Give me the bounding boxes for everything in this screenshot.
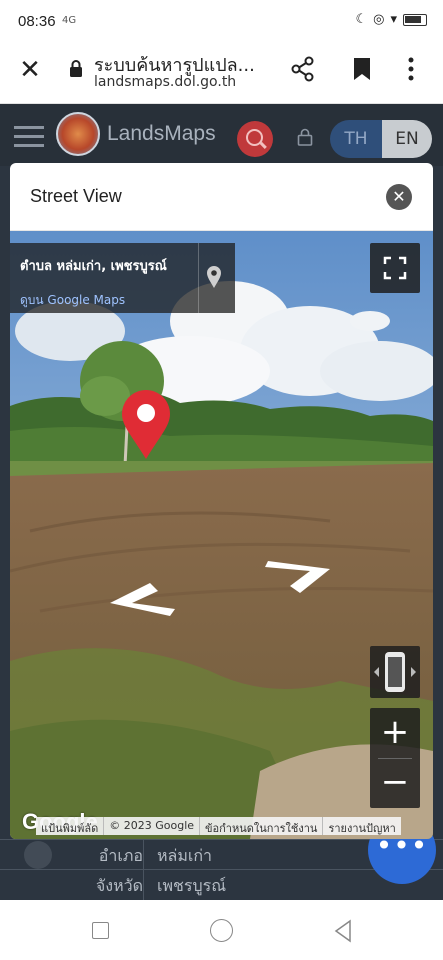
login-lock-icon[interactable] xyxy=(297,128,313,146)
info-key: จังหวัด xyxy=(95,876,143,895)
site-brand: LandsMaps xyxy=(107,122,216,145)
browser-toolbar: ✕ ระบบค้นหารูปแปล... landsmaps.dol.go.th xyxy=(0,44,443,104)
zoom-control: + − xyxy=(370,708,420,808)
signal-icon: ▾ xyxy=(390,12,397,27)
location-card: ตำบล หล่มเก่า, เพชรบูรณ์ ดูบน Google Map… xyxy=(10,243,235,313)
signal-text: 4G xyxy=(62,15,77,26)
view-on-google-maps-link[interactable]: ดูบน Google Maps xyxy=(20,291,125,310)
motion-tracking-button[interactable] xyxy=(370,646,420,698)
home-button[interactable] xyxy=(210,919,233,942)
street-view-modal: Street View ✕ ตำบล หล่มเก่า, เพชรบูรณ์ ด… xyxy=(10,163,433,839)
data-saver-icon: ◎ xyxy=(373,12,385,27)
street-view-panorama[interactable]: ตำบล หล่มเก่า, เพชรบูรณ์ ดูบน Google Map… xyxy=(10,231,433,839)
fullscreen-button[interactable] xyxy=(370,243,420,293)
map-pin-icon[interactable] xyxy=(206,265,222,289)
info-value: หล่มเก่า xyxy=(157,846,213,865)
zoom-out-button[interactable]: − xyxy=(370,758,420,808)
zoom-in-button[interactable]: + xyxy=(370,708,420,758)
close-tab-icon[interactable]: ✕ xyxy=(16,56,44,84)
status-time: 08:36 xyxy=(18,13,56,30)
terms-link[interactable]: ข้อกำหนดในการใช้งาน xyxy=(200,817,324,835)
back-button[interactable] xyxy=(333,919,353,943)
battery-icon xyxy=(403,13,427,26)
share-icon[interactable] xyxy=(290,56,316,82)
hamburger-icon[interactable] xyxy=(14,126,44,153)
modal-title: Street View xyxy=(30,186,122,206)
device-rotate-icon xyxy=(374,652,416,692)
recents-button[interactable] xyxy=(92,922,109,939)
fullscreen-icon xyxy=(383,256,407,280)
info-key: อำเภอ xyxy=(98,846,143,865)
search-button[interactable] xyxy=(237,121,273,157)
info-value: เพชรบูรณ์ xyxy=(157,876,227,895)
moon-icon: ☾ xyxy=(355,12,368,27)
location-title: ตำบล หล่มเก่า, เพชรบูรณ์ xyxy=(20,259,167,274)
url-text[interactable]: landsmaps.dol.go.th xyxy=(94,74,236,90)
attribution-bar: แป้นพิมพ์ลัด © 2023 Google ข้อกำหนดในการ… xyxy=(36,817,401,835)
keyboard-shortcuts-link[interactable]: แป้นพิมพ์ลัด xyxy=(36,817,105,835)
modal-close-button[interactable]: ✕ xyxy=(386,184,412,210)
copyright-text: © 2023 Google xyxy=(104,817,201,835)
system-nav-bar xyxy=(0,900,443,960)
status-bar: 08:36 4G ☾ ◎ ▾ xyxy=(0,0,443,44)
modal-header: Street View ✕ xyxy=(10,163,433,231)
site-header: LandsMaps TH EN xyxy=(0,104,443,166)
report-problem-link[interactable]: รายงานปัญหา xyxy=(323,817,400,835)
language-switch: TH EN xyxy=(330,120,432,158)
more-menu-icon[interactable] xyxy=(404,56,418,82)
lang-th-button[interactable]: TH xyxy=(330,120,382,158)
lang-en-button[interactable]: EN xyxy=(382,120,432,158)
department-logo xyxy=(56,112,100,156)
lock-icon xyxy=(70,60,82,77)
bookmark-icon[interactable] xyxy=(350,56,374,82)
status-icons: ☾ ◎ ▾ xyxy=(355,12,427,27)
